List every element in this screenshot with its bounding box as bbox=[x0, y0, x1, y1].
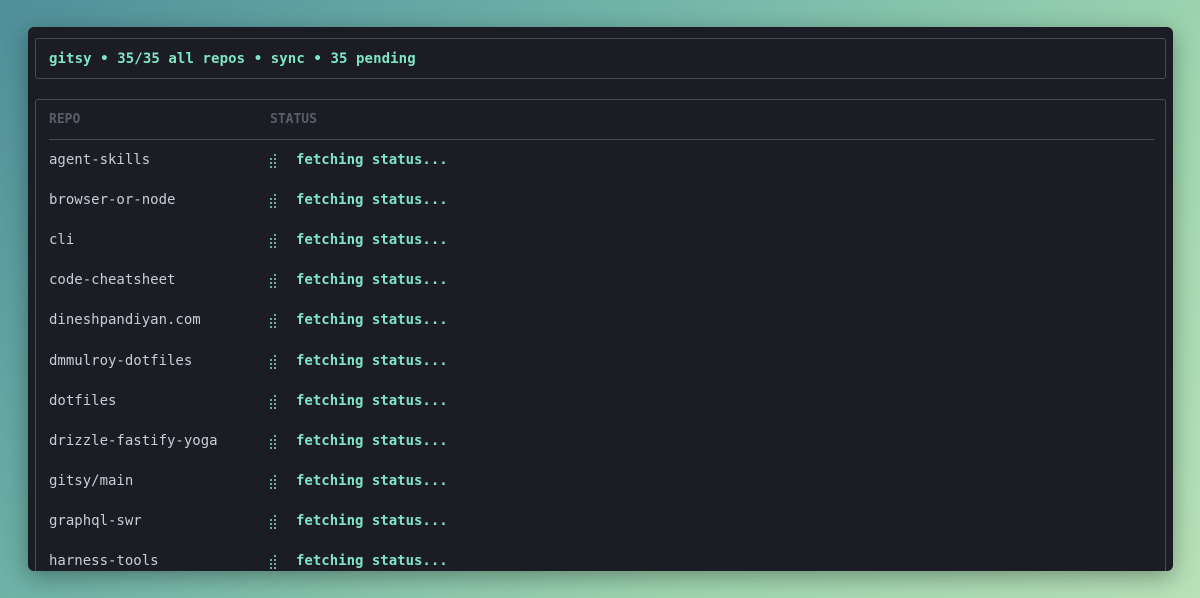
spinner-icon bbox=[270, 312, 280, 329]
status-text: fetching status... bbox=[296, 352, 448, 369]
column-header-status: STATUS bbox=[270, 112, 317, 127]
spinner-icon bbox=[270, 272, 280, 289]
status-text: fetching status... bbox=[296, 152, 448, 169]
repo-name: browser-or-node bbox=[49, 192, 176, 209]
table-row[interactable]: code-cheatsheet fetching status... bbox=[49, 260, 1154, 300]
status-cell: fetching status... bbox=[270, 433, 448, 449]
table-row[interactable]: graphql-swr fetching status... bbox=[49, 501, 1154, 541]
table-header: REPO STATUS bbox=[49, 100, 1154, 140]
spinner-icon bbox=[270, 553, 280, 569]
status-cell: fetching status... bbox=[270, 473, 448, 489]
status-cell: fetching status... bbox=[270, 353, 448, 369]
repo-name: dineshpandiyan.com bbox=[49, 312, 201, 329]
table-row[interactable]: dineshpandiyan.com fetching status... bbox=[49, 300, 1154, 340]
repo-name: dmmulroy-dotfiles bbox=[49, 352, 193, 369]
repo-name: gitsy/main bbox=[49, 472, 134, 489]
status-cell: fetching status... bbox=[270, 553, 448, 569]
status-cell: fetching status... bbox=[270, 232, 448, 249]
status-text: fetching status... bbox=[296, 272, 448, 289]
repo-name: code-cheatsheet bbox=[49, 272, 176, 289]
status-text: fetching status... bbox=[296, 192, 448, 209]
status-header: gitsy • 35/35 all repos • sync • 35 pend… bbox=[35, 38, 1166, 79]
repo-name: dotfiles bbox=[49, 392, 117, 409]
repo-table: REPO STATUS agent-skills fetching status.… bbox=[35, 99, 1166, 571]
column-header-repo: REPO bbox=[49, 112, 81, 127]
status-cell: fetching status... bbox=[270, 192, 448, 209]
table-row[interactable]: browser-or-node fetching status... bbox=[49, 180, 1154, 220]
status-text: fetching status... bbox=[296, 472, 448, 489]
spinner-icon bbox=[270, 513, 280, 529]
table-row[interactable]: gitsy/main fetching status... bbox=[49, 461, 1154, 501]
repo-name: drizzle-fastify-yoga bbox=[49, 432, 218, 449]
status-cell: fetching status... bbox=[270, 152, 448, 169]
status-cell: fetching status... bbox=[270, 393, 448, 409]
table-row[interactable]: dotfiles fetching status... bbox=[49, 381, 1154, 421]
status-text: fetching status... bbox=[296, 232, 448, 249]
repo-name: harness-tools bbox=[49, 552, 159, 569]
table-row[interactable]: drizzle-fastify-yoga fetching status... bbox=[49, 421, 1154, 461]
repo-name: agent-skills bbox=[49, 152, 151, 169]
status-text: fetching status... bbox=[296, 392, 448, 409]
table-row[interactable]: cli fetching status... bbox=[49, 220, 1154, 260]
spinner-icon bbox=[270, 473, 280, 489]
status-cell: fetching status... bbox=[270, 513, 448, 529]
table-body: agent-skills fetching status... browser-or… bbox=[49, 140, 1154, 571]
repo-name: graphql-swr bbox=[49, 512, 142, 529]
repo-name: cli bbox=[49, 232, 75, 249]
status-text: fetching status... bbox=[296, 552, 448, 569]
spinner-icon bbox=[270, 393, 280, 409]
terminal-window: gitsy • 35/35 all repos • sync • 35 pend… bbox=[28, 27, 1173, 571]
spinner-icon bbox=[270, 232, 280, 249]
status-cell: fetching status... bbox=[270, 272, 448, 289]
spinner-icon bbox=[270, 353, 280, 369]
status-cell: fetching status... bbox=[270, 312, 448, 329]
status-text: fetching status... bbox=[296, 312, 448, 329]
spinner-icon bbox=[270, 152, 280, 169]
spinner-icon bbox=[270, 192, 280, 209]
table-row[interactable]: agent-skills fetching status... bbox=[49, 140, 1154, 180]
status-text: fetching status... bbox=[296, 512, 448, 529]
spinner-icon bbox=[270, 433, 280, 449]
table-row[interactable]: dmmulroy-dotfiles fetching status... bbox=[49, 340, 1154, 380]
status-text: fetching status... bbox=[296, 432, 448, 449]
table-row[interactable]: harness-tools fetching status... bbox=[49, 541, 1154, 571]
